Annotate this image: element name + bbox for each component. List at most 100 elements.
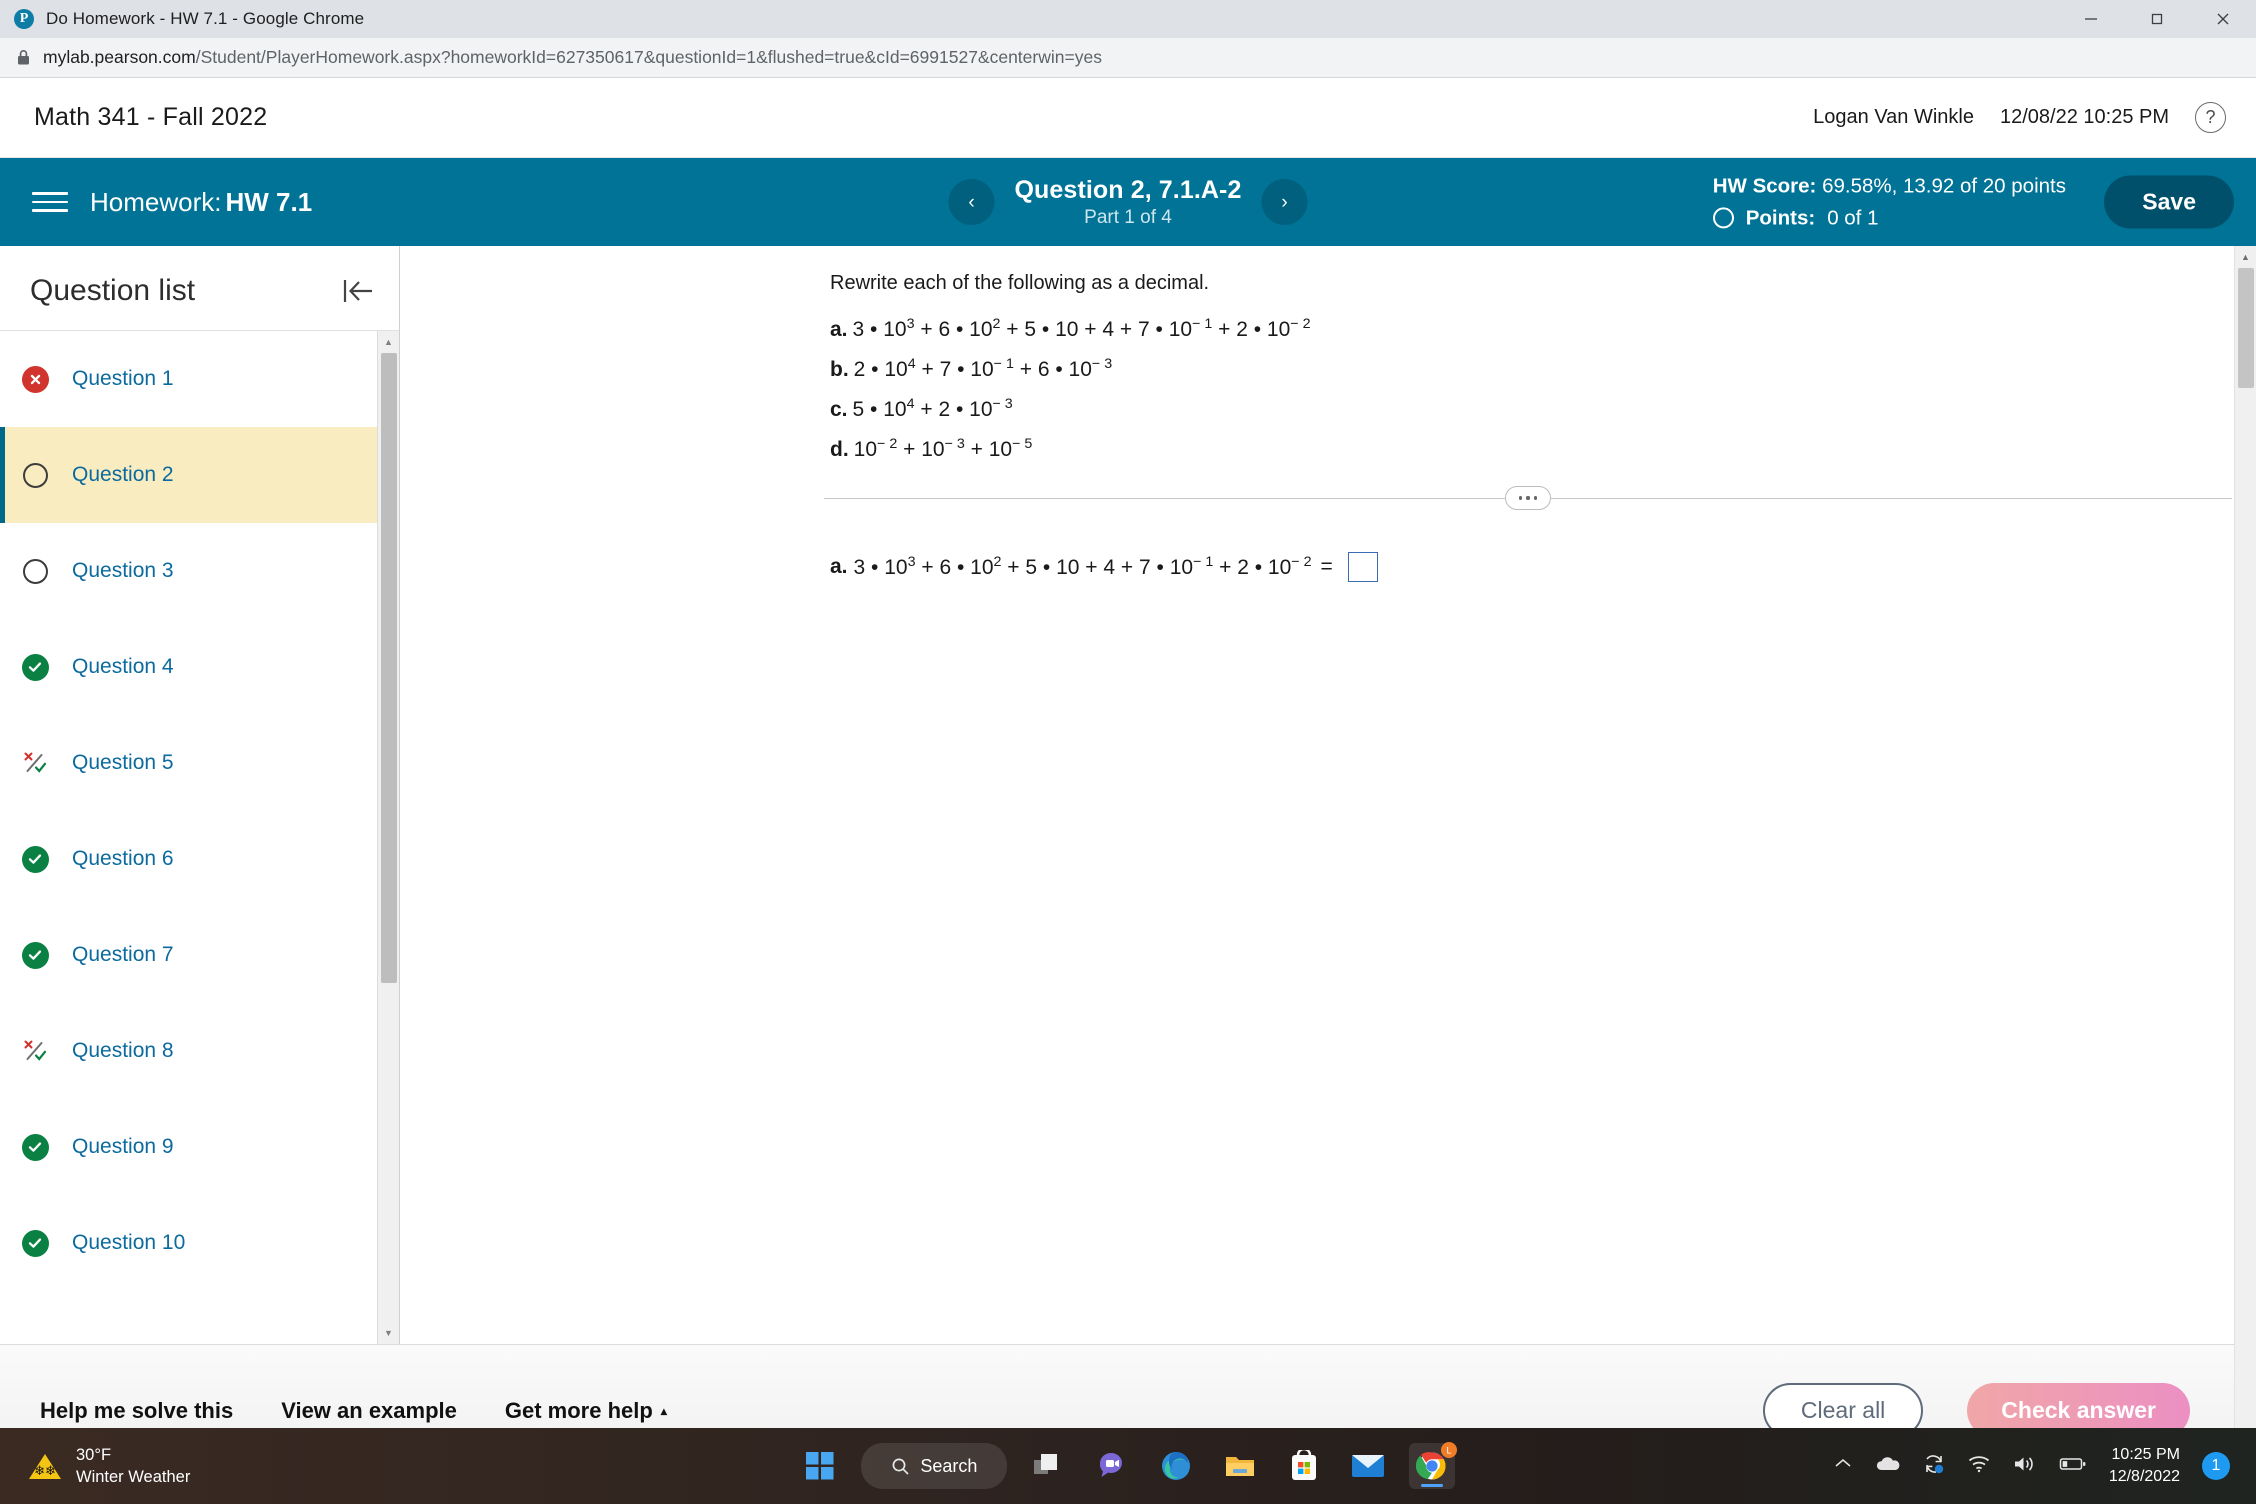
weather-temperature: 30°F	[76, 1445, 112, 1464]
question-item-label: Question 2	[72, 463, 174, 486]
status-partial-icon	[20, 1036, 50, 1066]
url-text: mylab.pearson.com/Student/PlayerHomework…	[43, 47, 1102, 68]
question-list-item[interactable]: Question 2	[0, 427, 399, 523]
question-list-header: Question list	[0, 246, 399, 330]
question-list-item[interactable]: Question 4	[0, 619, 399, 715]
notification-badge[interactable]: 1	[2202, 1452, 2230, 1480]
previous-question-button[interactable]: ‹	[948, 179, 995, 225]
taskbar-search[interactable]: Search	[861, 1443, 1008, 1489]
header-datetime: 12/08/22 10:25 PM	[1999, 106, 2169, 128]
microsoft-edge-icon[interactable]	[1153, 1443, 1199, 1489]
question-item-label: Question 6	[72, 847, 174, 870]
help-link[interactable]: Get more help ▴	[505, 1398, 667, 1424]
wifi-icon[interactable]	[1967, 1455, 1991, 1478]
browser-title-bar: P Do Homework - HW 7.1 - Google Chrome	[0, 0, 2256, 38]
maximize-button[interactable]	[2124, 0, 2190, 38]
status-partial-icon	[20, 748, 50, 778]
help-icon[interactable]: ?	[2195, 102, 2226, 133]
status-correct-icon	[20, 652, 50, 682]
answer-input[interactable]	[1347, 552, 1378, 582]
question-list-item[interactable]: Question 10	[0, 1195, 399, 1291]
chevron-up-icon: ▴	[660, 1403, 667, 1418]
help-link-label: Help me solve this	[40, 1397, 234, 1423]
hamburger-icon[interactable]	[32, 192, 68, 212]
browser-address-bar[interactable]: mylab.pearson.com/Student/PlayerHomework…	[0, 38, 2256, 78]
url-host: mylab.pearson.com	[43, 47, 196, 67]
main-body: Question list Question 1 Question 2 Questi…	[0, 246, 2256, 1476]
question-item-label: Question 5	[72, 751, 174, 774]
question-item-label: Question 9	[72, 1135, 174, 1158]
problem-parts-list: a. 3 • 103 + 6 • 102 + 5 • 10 + 4 + 7 • 1…	[400, 317, 2256, 460]
task-view-icon[interactable]	[1025, 1443, 1071, 1489]
question-list-item[interactable]: Question 1	[0, 331, 399, 427]
taskbar-clock[interactable]: 10:25 PM 12/8/2022	[2109, 1444, 2180, 1488]
question-item-label: Question 7	[72, 943, 174, 966]
homework-prefix: Homework:	[90, 186, 222, 217]
browser-window-title: Do Homework - HW 7.1 - Google Chrome	[46, 9, 365, 28]
scrollbar-thumb[interactable]	[381, 353, 397, 983]
question-list-scroll-area[interactable]: Question 1 Question 2 Question 3 Question 4…	[0, 330, 399, 1344]
part-letter: c.	[830, 398, 848, 421]
question-list-item[interactable]: Question 6	[0, 811, 399, 907]
weather-description: Winter Weather	[76, 1468, 191, 1486]
question-list-item[interactable]: Question 7	[0, 907, 399, 1003]
onedrive-icon[interactable]	[1875, 1456, 1901, 1477]
search-label: Search	[920, 1455, 978, 1476]
close-button[interactable]	[2190, 0, 2256, 38]
save-button[interactable]: Save	[2104, 175, 2234, 229]
collapse-panel-icon[interactable]	[341, 276, 375, 306]
part-expression: 2 • 104 + 7 • 10− 1 + 6 • 10− 3	[853, 356, 1113, 381]
mail-icon[interactable]	[1345, 1443, 1391, 1489]
teams-chat-icon[interactable]	[1089, 1443, 1135, 1489]
help-link[interactable]: View an example	[281, 1398, 457, 1424]
next-question-button[interactable]: ›	[1261, 179, 1308, 225]
header-right-group: Logan Van Winkle 12/08/22 10:25 PM ?	[1813, 102, 2226, 133]
question-list-item[interactable]: Question 8	[0, 1003, 399, 1099]
url-path: /Student/PlayerHomework.aspx?homeworkId=…	[195, 47, 1102, 67]
file-explorer-icon[interactable]	[1217, 1443, 1263, 1489]
part-expression: 3 • 103 + 6 • 102 + 5 • 10 + 4 + 7 • 10−…	[852, 316, 1311, 341]
chrome-profile-badge: L	[1441, 1442, 1458, 1458]
minimize-button[interactable]	[2058, 0, 2124, 38]
question-list-item[interactable]: Question 9	[0, 1099, 399, 1195]
problem-part: d. 10− 2 + 10− 3 + 10− 5	[830, 437, 2256, 460]
question-list-scrollbar[interactable]: ▲ ▼	[377, 331, 399, 1344]
points-status-icon	[1712, 207, 1734, 229]
clock-time: 10:25 PM	[2111, 1445, 2180, 1463]
question-items-container: Question 1 Question 2 Question 3 Question 4…	[0, 331, 399, 1291]
google-chrome-icon[interactable]: L	[1409, 1442, 1458, 1489]
question-item-label: Question 4	[72, 655, 174, 678]
question-content-panel: Rewrite each of the following as a decim…	[400, 246, 2256, 1476]
question-list-item[interactable]: Question 5	[0, 715, 399, 811]
microsoft-store-icon[interactable]	[1281, 1443, 1327, 1489]
help-link[interactable]: Help me solve this	[40, 1398, 233, 1424]
battery-icon[interactable]	[2059, 1456, 2087, 1477]
volume-icon[interactable]	[2013, 1455, 2037, 1478]
sync-icon[interactable]	[1923, 1453, 1945, 1480]
weather-widget[interactable]: ❄❄ 30°F Winter Weather	[0, 1444, 420, 1488]
expand-collapse-handle[interactable]	[1505, 486, 1551, 510]
page-viewport: Math 341 - Fall 2022 Logan Van Winkle 12…	[0, 78, 2256, 1476]
equals-sign: =	[1320, 555, 1333, 578]
points-label: Points:	[1745, 206, 1816, 230]
homework-name: HW 7.1	[225, 186, 313, 217]
hw-score-value: 69.58%, 13.92 of 20 points	[1822, 174, 2066, 198]
help-link-label: Get more help	[504, 1397, 653, 1423]
part-letter: d.	[830, 438, 849, 461]
show-hidden-icons[interactable]	[1833, 1457, 1853, 1476]
system-tray: 10:25 PM 12/8/2022 1	[1833, 1444, 2256, 1488]
problem-prompt: Rewrite each of the following as a decim…	[830, 272, 1210, 294]
scroll-down-arrow-icon[interactable]: ▼	[378, 1322, 399, 1344]
lock-icon	[16, 49, 31, 66]
content-scrollbar-thumb[interactable]	[2238, 268, 2254, 388]
content-scroll-up-icon[interactable]: ▲	[2235, 246, 2256, 268]
scroll-up-arrow-icon[interactable]: ▲	[378, 331, 399, 353]
windows-start-icon[interactable]	[797, 1443, 843, 1489]
content-scrollbar[interactable]: ▲ ▼	[2234, 246, 2256, 1476]
question-item-label: Question 3	[72, 559, 174, 582]
hw-score-row: HW Score: 69.58%, 13.92 of 20 points	[1713, 171, 2066, 200]
status-correct-icon	[20, 940, 50, 970]
question-list-item[interactable]: Question 3	[0, 523, 399, 619]
svg-text:❄❄: ❄❄	[34, 1463, 56, 1478]
user-name: Logan Van Winkle	[1813, 106, 1974, 128]
